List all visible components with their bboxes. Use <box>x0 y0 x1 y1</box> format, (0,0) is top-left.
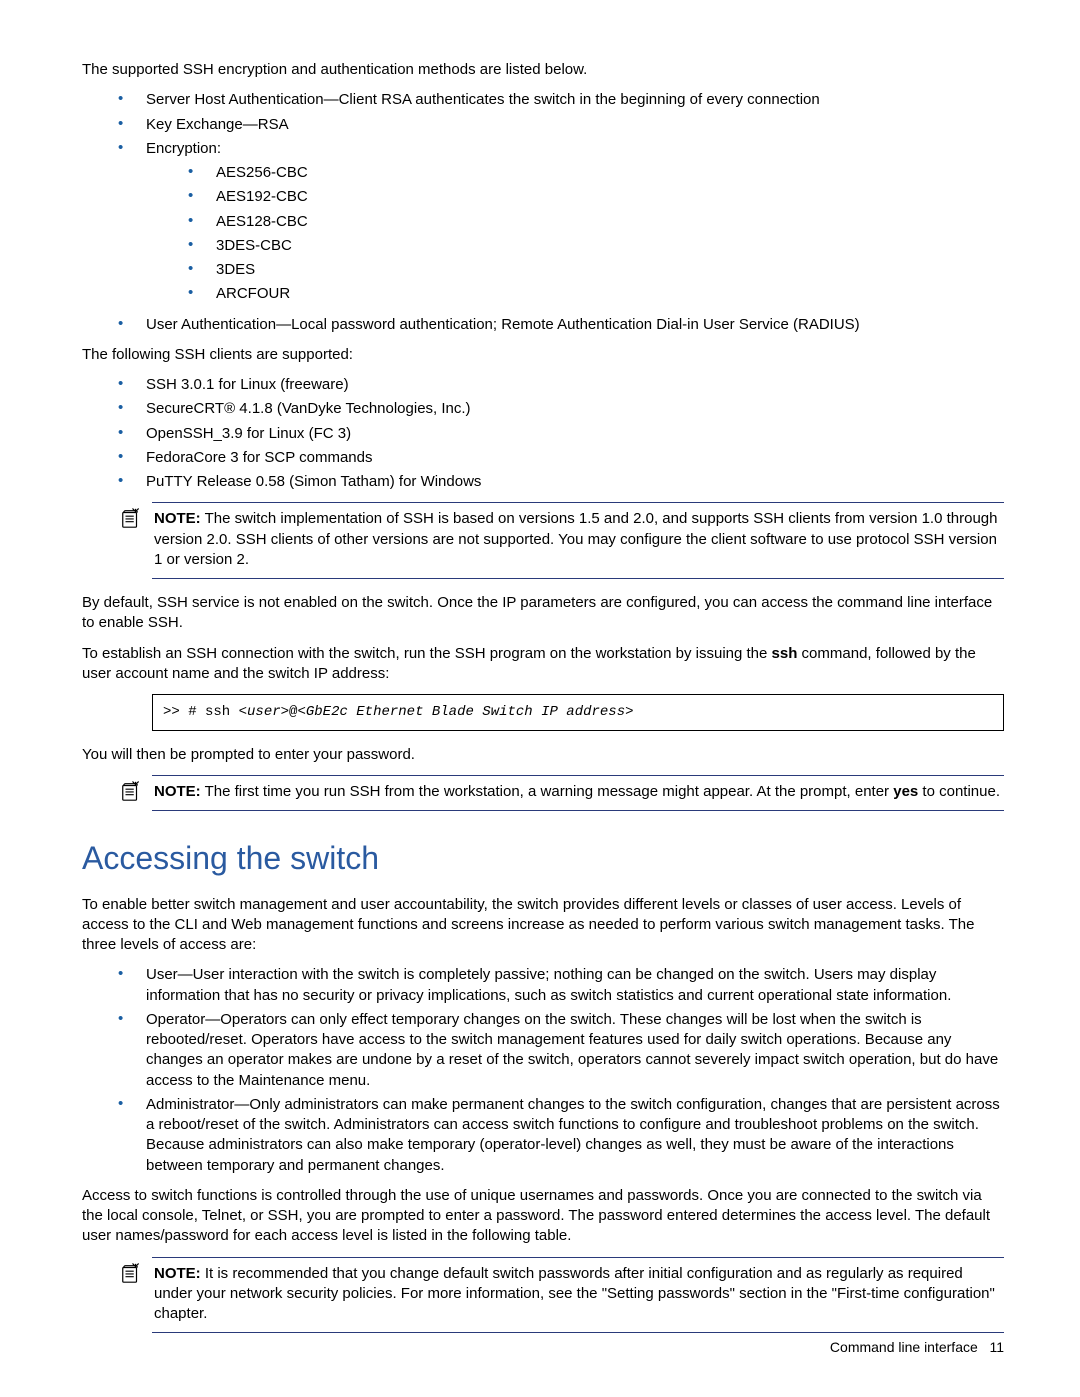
methods-list: Server Host Authentication—Client RSA au… <box>82 90 1004 335</box>
code-text: < <box>297 704 305 720</box>
list-item: AES256-CBC <box>188 163 1004 183</box>
clients-intro: The following SSH clients are supported: <box>82 345 1004 365</box>
encryption-list: AES256-CBC AES192-CBC AES128-CBC 3DES-CB… <box>152 163 1004 305</box>
list-item: FedoraCore 3 for SCP commands <box>118 448 1004 468</box>
code-example: >> # ssh <user>@<GbE2c Ethernet Blade Sw… <box>152 694 1004 731</box>
paragraph: To establish an SSH connection with the … <box>82 644 1004 685</box>
list-item: Key Exchange—RSA <box>118 115 1004 135</box>
yes-word: yes <box>893 783 918 800</box>
paragraph: Access to switch functions is controlled… <box>82 1186 1004 1247</box>
note-icon <box>120 1262 142 1284</box>
note-text: NOTE: It is recommended that you change … <box>154 1265 995 1323</box>
list-item: Administrator—Only administrators can ma… <box>118 1095 1004 1176</box>
list-item: Server Host Authentication—Client RSA au… <box>118 90 1004 110</box>
list-item: User Authentication—Local password authe… <box>118 315 1004 335</box>
code-text: > <box>281 704 289 720</box>
code-text: > <box>625 704 633 720</box>
list-item: 3DES-CBC <box>188 236 1004 256</box>
note-body: The first time you run SSH from the work… <box>201 783 894 800</box>
code-placeholder: GbE2c Ethernet Blade Switch IP address <box>306 704 625 720</box>
list-item: AES192-CBC <box>188 187 1004 207</box>
access-levels-list: User—User interaction with the switch is… <box>82 965 1004 1176</box>
paragraph: By default, SSH service is not enabled o… <box>82 593 1004 634</box>
note-icon <box>120 507 142 529</box>
list-item: SSH 3.0.1 for Linux (freeware) <box>118 375 1004 395</box>
note-label: NOTE: <box>154 1265 201 1282</box>
list-item: Operator—Operators can only effect tempo… <box>118 1010 1004 1091</box>
note-first-ssh: NOTE: The first time you run SSH from th… <box>152 775 1004 811</box>
paragraph: To enable better switch management and u… <box>82 895 1004 956</box>
code-placeholder: user <box>247 704 281 720</box>
page-footer: Command line interface 11 <box>830 1338 1004 1357</box>
intro-paragraph: The supported SSH encryption and authent… <box>82 60 1004 80</box>
note-body: The switch implementation of SSH is base… <box>154 510 997 568</box>
footer-section: Command line interface <box>830 1339 978 1355</box>
ssh-command-word: ssh <box>772 645 798 662</box>
paragraph: You will then be prompted to enter your … <box>82 745 1004 765</box>
code-text: < <box>239 704 247 720</box>
list-item: User—User interaction with the switch is… <box>118 965 1004 1006</box>
note-text: NOTE: The first time you run SSH from th… <box>154 783 1000 800</box>
section-heading-accessing-switch: Accessing the switch <box>82 837 1004 880</box>
list-item: OpenSSH_3.9 for Linux (FC 3) <box>118 424 1004 444</box>
note-label: NOTE: <box>154 783 201 800</box>
list-item: AES128-CBC <box>188 212 1004 232</box>
list-item: PuTTY Release 0.58 (Simon Tatham) for Wi… <box>118 472 1004 492</box>
footer-page-number: 11 <box>989 1339 1004 1355</box>
note-body: It is recommended that you change defaul… <box>154 1265 995 1323</box>
list-item: 3DES <box>188 260 1004 280</box>
note-body: to continue. <box>918 783 1000 800</box>
note-text: NOTE: The switch implementation of SSH i… <box>154 510 997 568</box>
list-item: Encryption: AES256-CBC AES192-CBC AES128… <box>118 139 1004 305</box>
document-page: The supported SSH encryption and authent… <box>0 0 1080 1397</box>
code-text: >> # ssh <box>163 704 239 720</box>
note-change-passwords: NOTE: It is recommended that you change … <box>152 1257 1004 1334</box>
encryption-label: Encryption: <box>146 140 221 157</box>
text: To establish an SSH connection with the … <box>82 645 772 662</box>
list-item: SecureCRT® 4.1.8 (VanDyke Technologies, … <box>118 399 1004 419</box>
clients-list: SSH 3.0.1 for Linux (freeware) SecureCRT… <box>82 375 1004 492</box>
note-ssh-versions: NOTE: The switch implementation of SSH i… <box>152 502 1004 579</box>
list-item: ARCFOUR <box>188 284 1004 304</box>
note-icon <box>120 780 142 802</box>
note-label: NOTE: <box>154 510 201 527</box>
